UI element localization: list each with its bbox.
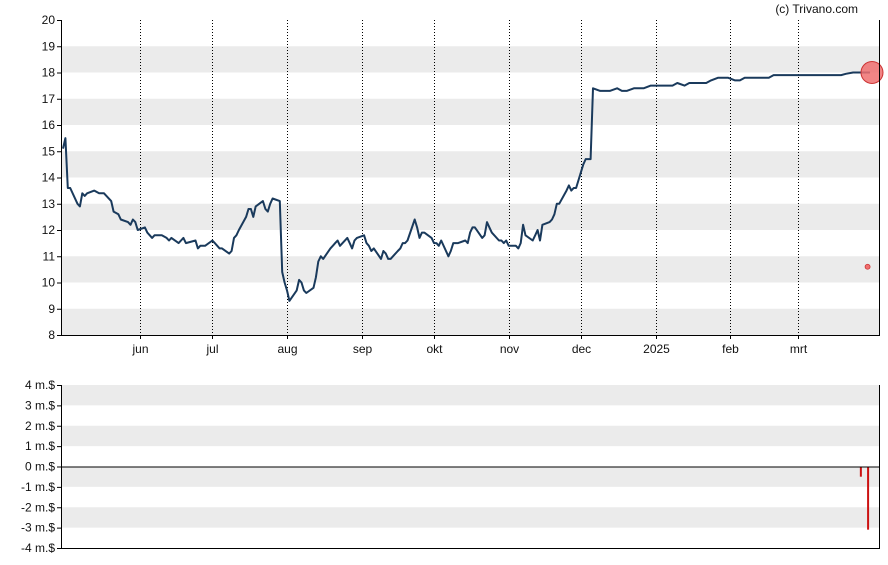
price-y-tick-label: 15: [42, 144, 56, 158]
price-band: [61, 46, 880, 73]
price-y-tick-label: 12: [42, 223, 56, 237]
volume-y-tick-label: -1 m.$: [21, 480, 55, 494]
volume-y-tick-label: 2 m.$: [25, 419, 55, 433]
volume-bar: [859, 466, 862, 477]
price-x-tick-label: aug: [277, 342, 297, 356]
price-x-tick-label: jun: [131, 342, 148, 356]
price-band: [61, 98, 880, 125]
price-y-tick-label: 13: [42, 197, 56, 211]
volume-y-axis-ticks: 4 m.$ 3 m.$ 2 m.$ 1 m.$ 0 m.$ -1 m.$ -2 m.$ -3 …: [21, 378, 61, 555]
volume-y-tick-label: -3 m.$: [21, 521, 55, 535]
price-x-tick-label: jul: [205, 342, 218, 356]
volume-y-tick-label: 1 m.$: [25, 439, 55, 453]
volume-y-tick-label: 3 m.$: [25, 398, 55, 412]
volume-y-tick-label: -2 m.$: [21, 500, 55, 514]
credit-label: (c) Trivano.com: [775, 2, 858, 16]
price-y-tick-label: 19: [42, 39, 56, 53]
volume-band: [61, 425, 880, 447]
volume-band: [61, 507, 880, 528]
price-y-axis-ticks: 8 9 10 11 12 13 14 15 16 17 18 19 20: [42, 13, 61, 342]
price-x-tick-label: feb: [722, 342, 739, 356]
price-y-tick-label: 11: [43, 249, 56, 263]
price-x-tick-label: dec: [572, 342, 591, 356]
volume-band: [61, 385, 880, 406]
volume-band: [61, 466, 880, 487]
chart-canvas: 8 9 10 11 12 13 14 15 16 17 18 19 20 jun jul aug sep okt…: [21, 2, 884, 555]
volume-y-tick-label: 4 m.$: [25, 378, 55, 392]
price-x-tick-label: 2025: [643, 342, 670, 356]
volume-y-tick-label: -4 m.$: [21, 541, 55, 555]
price-band: [61, 203, 880, 230]
price-x-tick-label: sep: [353, 342, 373, 356]
price-y-tick-label: 10: [42, 276, 56, 290]
price-y-tick-label: 14: [42, 171, 56, 185]
price-y-tick-label: 16: [42, 118, 56, 132]
price-band: [61, 151, 880, 178]
price-y-tick-label: 18: [42, 66, 56, 80]
price-x-tick-label: nov: [500, 342, 519, 356]
price-y-tick-label: 9: [48, 302, 55, 316]
price-chart-bands: [61, 46, 880, 335]
price-y-tick-label: 20: [42, 13, 56, 27]
price-x-tick-label: mrt: [790, 342, 808, 356]
volume-y-tick-label: 0 m.$: [25, 460, 55, 474]
volume-bar: [867, 466, 870, 530]
price-y-tick-label: 8: [48, 328, 55, 342]
price-band: [61, 308, 880, 335]
price-x-axis-ticks: jun jul aug sep okt nov dec 2025 feb mrt: [131, 335, 808, 356]
small-price-marker: [864, 263, 871, 270]
price-band: [61, 256, 880, 283]
price-y-tick-label: 17: [42, 92, 56, 106]
volume-chart-bands: [61, 385, 880, 528]
price-x-tick-label: okt: [426, 342, 443, 356]
